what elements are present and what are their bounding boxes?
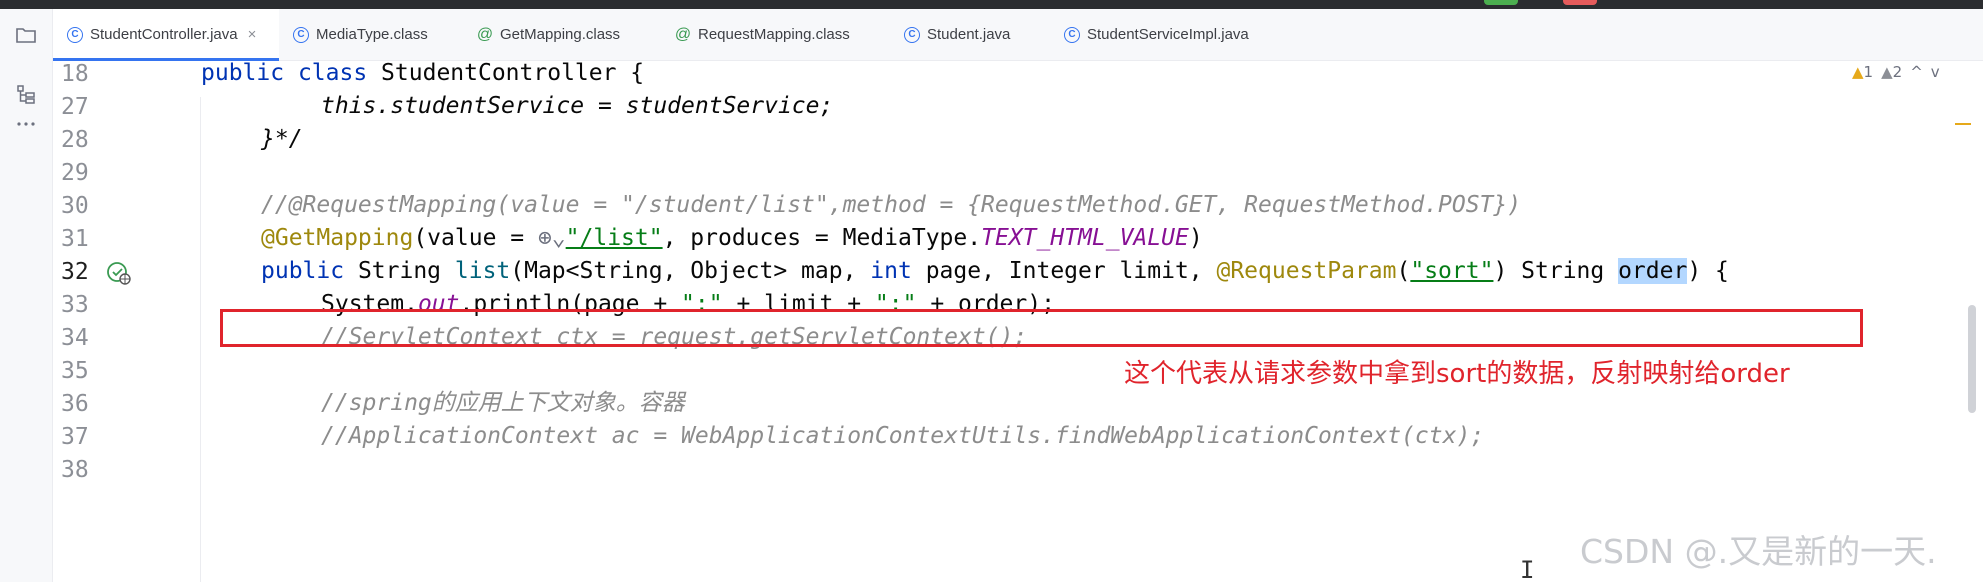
- more-tools-icon[interactable]: [14, 112, 38, 136]
- project-folder-icon[interactable]: [14, 23, 38, 47]
- highlight-box: [220, 309, 1863, 347]
- line-number: 28: [61, 127, 89, 153]
- line-number: 37: [61, 424, 89, 450]
- selected-word: order: [1618, 258, 1688, 284]
- line-number-current: 32: [61, 259, 89, 285]
- code-line-27[interactable]: this.studentService = studentService;: [321, 86, 833, 127]
- line-number: 33: [61, 292, 89, 318]
- line-number: 18: [61, 61, 89, 87]
- text-cursor-icon: I: [1520, 556, 1535, 584]
- tool-window-bar: [0, 9, 53, 582]
- tab-label: RequestMapping.class: [698, 26, 850, 43]
- line-number: 30: [61, 193, 89, 219]
- line-number: 35: [61, 358, 89, 384]
- tab-request-mapping[interactable]: @ RequestMapping.class: [675, 9, 850, 60]
- vertical-scrollbar[interactable]: [1968, 305, 1976, 413]
- class-icon: C: [293, 26, 309, 43]
- line-number: 27: [61, 94, 89, 120]
- line-number: 34: [61, 325, 89, 351]
- class-icon: C: [1064, 26, 1080, 43]
- annotation-note: 这个代表从请求参数中拿到sort的数据，反射映射给order: [1124, 359, 1790, 389]
- green-indicator: [1484, 0, 1518, 5]
- code-line-37[interactable]: //ApplicationContext ac = WebApplication…: [321, 416, 1484, 457]
- annotation-icon: @: [476, 25, 494, 43]
- indent-guide: [200, 97, 201, 582]
- tab-label: MediaType.class: [316, 26, 428, 43]
- tab-label: StudentController.java: [90, 26, 238, 43]
- structure-icon[interactable]: [14, 82, 38, 106]
- line-number: 38: [61, 457, 89, 483]
- annotation-icon: @: [674, 25, 692, 43]
- tab-student[interactable]: C Student.java: [904, 9, 1010, 60]
- code-line-28[interactable]: }*/: [261, 119, 303, 160]
- warning-stripe[interactable]: [1955, 123, 1971, 125]
- class-icon: C: [904, 26, 920, 43]
- url-globe-icon[interactable]: ⊕⌄: [538, 225, 566, 251]
- watermark: CSDN @.又是新的一天.: [1580, 532, 1937, 571]
- tab-label: StudentServiceImpl.java: [1087, 26, 1249, 43]
- line-number: 31: [61, 226, 89, 252]
- line-number: 29: [61, 160, 89, 186]
- close-icon[interactable]: ×: [248, 26, 257, 43]
- class-icon: C: [67, 26, 83, 43]
- window-top-strip: [0, 0, 1983, 9]
- tab-label: Student.java: [927, 26, 1011, 43]
- line-number: 36: [61, 391, 89, 417]
- line-number-gutter: 18 27 28 29 30 31 32 33 34 35 36 37 38: [53, 61, 138, 582]
- tab-student-service-impl[interactable]: C StudentServiceImpl.java: [1064, 9, 1249, 60]
- red-indicator: [1563, 0, 1597, 5]
- tab-label: GetMapping.class: [500, 26, 621, 43]
- web-endpoint-icon[interactable]: [106, 260, 132, 286]
